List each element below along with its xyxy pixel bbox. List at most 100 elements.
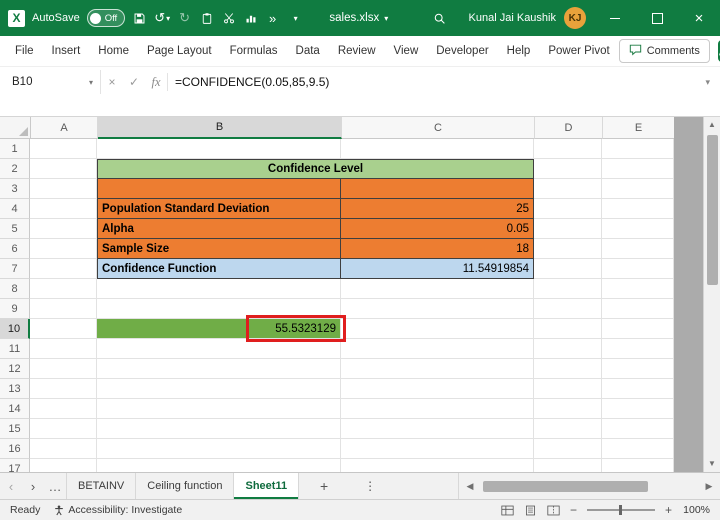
- cell-E16[interactable]: [602, 439, 674, 459]
- cell-A17[interactable]: [30, 459, 97, 472]
- cell-B13[interactable]: [97, 379, 341, 399]
- row-header-15[interactable]: 15: [0, 419, 30, 439]
- cell-D17[interactable]: [534, 459, 602, 472]
- ribbon-tab-data[interactable]: Data: [287, 36, 329, 66]
- cell-A8[interactable]: [30, 279, 97, 299]
- cell-C11[interactable]: [341, 339, 534, 359]
- document-title[interactable]: sales.xlsx ▾: [329, 0, 388, 36]
- cell-E9[interactable]: [602, 299, 674, 319]
- ribbon-tab-page-layout[interactable]: Page Layout: [138, 36, 221, 66]
- cell-C8[interactable]: [341, 279, 534, 299]
- search-icon[interactable]: [432, 7, 447, 29]
- select-all-corner[interactable]: [0, 117, 31, 139]
- scroll-up-icon[interactable]: ▲: [708, 120, 716, 130]
- cell-E14[interactable]: [602, 399, 674, 419]
- cell-C6[interactable]: 18: [341, 239, 534, 259]
- cell-E2[interactable]: [602, 159, 674, 179]
- cell-D1[interactable]: [534, 139, 602, 159]
- vertical-scroll-thumb[interactable]: [706, 135, 718, 285]
- row-header-12[interactable]: 12: [0, 359, 30, 379]
- column-header-D[interactable]: D: [535, 117, 603, 139]
- cell-A12[interactable]: [30, 359, 97, 379]
- formula-bar-expand-icon[interactable]: ▾: [701, 70, 714, 88]
- cell-D12[interactable]: [534, 359, 602, 379]
- cell-B3[interactable]: [97, 179, 341, 199]
- autosave-toggle[interactable]: Off: [86, 9, 126, 27]
- cell-C4[interactable]: 25: [341, 199, 534, 219]
- ribbon-tab-insert[interactable]: Insert: [43, 36, 90, 66]
- cell-E5[interactable]: [602, 219, 674, 239]
- cell-E10[interactable]: [602, 319, 674, 339]
- ribbon-tab-developer[interactable]: Developer: [427, 36, 497, 66]
- cell-A10[interactable]: [30, 319, 97, 339]
- row-header-5[interactable]: 5: [0, 219, 30, 239]
- name-box[interactable]: B10 ▾: [0, 70, 101, 94]
- cell-E11[interactable]: [602, 339, 674, 359]
- cell-E7[interactable]: [602, 259, 674, 279]
- cell-C1[interactable]: [341, 139, 534, 159]
- tab-options-icon[interactable]: ⋮: [359, 473, 381, 499]
- cell-D7[interactable]: [534, 259, 602, 279]
- zoom-level[interactable]: 100%: [682, 504, 710, 516]
- close-button[interactable]: ×: [678, 0, 720, 36]
- ribbon-tab-view[interactable]: View: [385, 36, 428, 66]
- cell-B1[interactable]: [97, 139, 341, 159]
- cell-C5[interactable]: 0.05: [341, 219, 534, 239]
- row-header-9[interactable]: 9: [0, 299, 30, 319]
- page-layout-view-icon[interactable]: [524, 505, 537, 516]
- excel-app-icon[interactable]: X: [8, 9, 25, 27]
- ribbon-tab-power-pivot[interactable]: Power Pivot: [539, 36, 618, 66]
- horizontal-scroll-thumb[interactable]: [483, 480, 648, 492]
- column-header-B[interactable]: B: [98, 117, 342, 139]
- cell-C12[interactable]: [341, 359, 534, 379]
- cell-E6[interactable]: [602, 239, 674, 259]
- row-header-7[interactable]: 7: [0, 259, 30, 279]
- row-header-4[interactable]: 4: [0, 199, 30, 219]
- cell-D16[interactable]: [534, 439, 602, 459]
- row-header-10[interactable]: 10: [0, 319, 30, 339]
- namebox-chevron-icon[interactable]: ▾: [89, 78, 93, 87]
- cell-D2[interactable]: [534, 159, 602, 179]
- sheet-list-icon[interactable]: …: [44, 473, 66, 499]
- cancel-icon[interactable]: ×: [101, 70, 123, 94]
- cell-B15[interactable]: [97, 419, 341, 439]
- sheet-nav-right-icon[interactable]: ›: [22, 473, 44, 499]
- cell-B8[interactable]: [97, 279, 341, 299]
- row-header-13[interactable]: 13: [0, 379, 30, 399]
- cell-E4[interactable]: [602, 199, 674, 219]
- undo-icon[interactable]: ↺ ▾: [154, 7, 170, 29]
- ribbon-tab-home[interactable]: Home: [89, 36, 138, 66]
- cell-E1[interactable]: [602, 139, 674, 159]
- insert-function-icon[interactable]: fx: [145, 70, 167, 94]
- cell-D11[interactable]: [534, 339, 602, 359]
- row-header-6[interactable]: 6: [0, 239, 30, 259]
- save-icon[interactable]: [132, 7, 147, 29]
- cell-D13[interactable]: [534, 379, 602, 399]
- cell-C7[interactable]: 11.54919854: [341, 259, 534, 279]
- cell-A5[interactable]: [30, 219, 97, 239]
- add-sheet-button[interactable]: +: [313, 473, 335, 499]
- cell-C14[interactable]: [341, 399, 534, 419]
- cell-B2[interactable]: Confidence Level: [97, 159, 534, 179]
- cell-B11[interactable]: [97, 339, 341, 359]
- hscroll-left-icon[interactable]: ◀: [463, 481, 477, 491]
- cell-B17[interactable]: [97, 459, 341, 472]
- hscroll-track[interactable]: [477, 476, 702, 496]
- ribbon-tab-formulas[interactable]: Formulas: [221, 36, 287, 66]
- accessibility-status[interactable]: Accessibility: Investigate: [68, 504, 182, 516]
- more-commands-icon[interactable]: »: [265, 7, 280, 29]
- cell-D6[interactable]: [534, 239, 602, 259]
- cell-E3[interactable]: [602, 179, 674, 199]
- formula-input[interactable]: =CONFIDENCE(0.05,85,9.5): [168, 70, 701, 89]
- cell-D3[interactable]: [534, 179, 602, 199]
- row-header-2[interactable]: 2: [0, 159, 30, 179]
- row-header-14[interactable]: 14: [0, 399, 30, 419]
- row-header-16[interactable]: 16: [0, 439, 30, 459]
- cell-E17[interactable]: [602, 459, 674, 472]
- hscroll-right-icon[interactable]: ▶: [702, 481, 716, 491]
- cell-C10[interactable]: [341, 319, 534, 339]
- cell-B14[interactable]: [97, 399, 341, 419]
- clipboard-icon[interactable]: [199, 7, 214, 29]
- enter-icon[interactable]: ✓: [123, 70, 145, 94]
- column-header-E[interactable]: E: [603, 117, 674, 139]
